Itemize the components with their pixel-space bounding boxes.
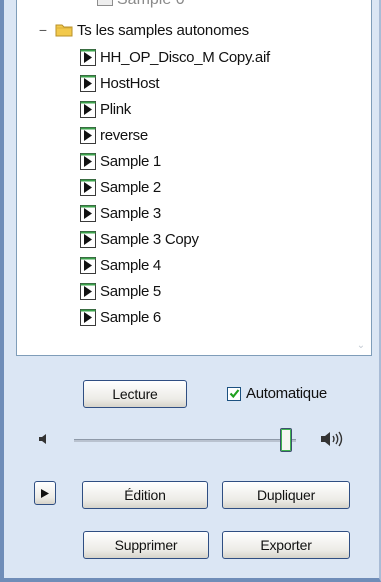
audio-file-icon	[80, 308, 96, 326]
tree-item[interactable]: Sample 1	[80, 148, 270, 174]
scroll-down-arrow[interactable]: ⌄	[354, 341, 368, 351]
collapse-toggle[interactable]: −	[37, 22, 49, 38]
samples-tree[interactable]: Sample 0 − Ts les samples autonomes HH_O…	[16, 0, 372, 356]
tree-item[interactable]: HostHost	[80, 70, 270, 96]
tree-item[interactable]: Sample 5	[80, 278, 270, 304]
tree-item-label: Sample 2	[100, 178, 161, 196]
audio-file-icon	[80, 152, 96, 170]
tree-item[interactable]: Plink	[80, 96, 270, 122]
automatic-checkbox[interactable]	[227, 387, 241, 401]
audio-file-icon	[80, 126, 96, 144]
tree-item-label: Sample 3	[100, 204, 161, 222]
tree-item-label: Plink	[100, 100, 132, 118]
tree-item[interactable]: Sample 3	[80, 200, 270, 226]
audio-file-icon	[80, 100, 96, 118]
edit-button[interactable]: Édition	[82, 481, 208, 509]
play-preview-button[interactable]	[34, 481, 56, 505]
folder-icon	[55, 24, 73, 37]
tree-root-label: Ts les samples autonomes	[77, 21, 249, 39]
tree-item-label: Sample 1	[100, 152, 161, 170]
audio-file-icon	[97, 0, 113, 6]
tree-item[interactable]: reverse	[80, 122, 270, 148]
export-button[interactable]: Exporter	[222, 531, 350, 559]
audio-file-icon	[80, 74, 96, 92]
audio-file-icon	[80, 256, 96, 274]
tree-item-label: Sample 0	[117, 0, 185, 8]
play-button[interactable]: Lecture	[83, 380, 187, 408]
checkmark-icon	[229, 389, 240, 399]
tree-item-label: Sample 4	[100, 256, 161, 274]
tree-item[interactable]: Sample 3 Copy	[80, 226, 270, 252]
tree-root-folder[interactable]: − Ts les samples autonomes	[37, 19, 249, 41]
tree-item[interactable]: HH_OP_Disco_M Copy.aif	[80, 44, 270, 70]
audio-file-icon	[80, 178, 96, 196]
tree-item[interactable]: Sample 4	[80, 252, 270, 278]
tree-item[interactable]: Sample 2	[80, 174, 270, 200]
audio-file-icon	[80, 230, 96, 248]
tree-items: HH_OP_Disco_M Copy.aif HostHost Plink re…	[80, 44, 270, 330]
speaker-high-icon	[321, 431, 343, 447]
play-icon	[41, 488, 49, 498]
tree-item-label: HostHost	[100, 74, 160, 92]
audio-file-icon	[80, 282, 96, 300]
tree-item-label: reverse	[100, 126, 148, 144]
delete-button[interactable]: Supprimer	[83, 531, 209, 559]
samples-panel: Sample 0 − Ts les samples autonomes HH_O…	[0, 0, 381, 582]
duplicate-button[interactable]: Dupliquer	[222, 481, 350, 509]
tree-item[interactable]: Sample 6	[80, 304, 270, 330]
tree-item-label: Sample 5	[100, 282, 161, 300]
volume-slider-thumb[interactable]	[280, 428, 292, 452]
tree-item-clipped[interactable]: Sample 0	[97, 0, 185, 8]
tree-item-label: HH_OP_Disco_M Copy.aif	[100, 48, 270, 66]
speaker-low-icon	[39, 434, 46, 444]
audio-file-icon	[80, 48, 96, 66]
automatic-label: Automatique	[246, 385, 327, 402]
volume-slider-track[interactable]	[74, 439, 296, 442]
audio-file-icon	[80, 204, 96, 222]
tree-item-label: Sample 3 Copy	[100, 230, 199, 248]
tree-item-label: Sample 6	[100, 308, 161, 326]
